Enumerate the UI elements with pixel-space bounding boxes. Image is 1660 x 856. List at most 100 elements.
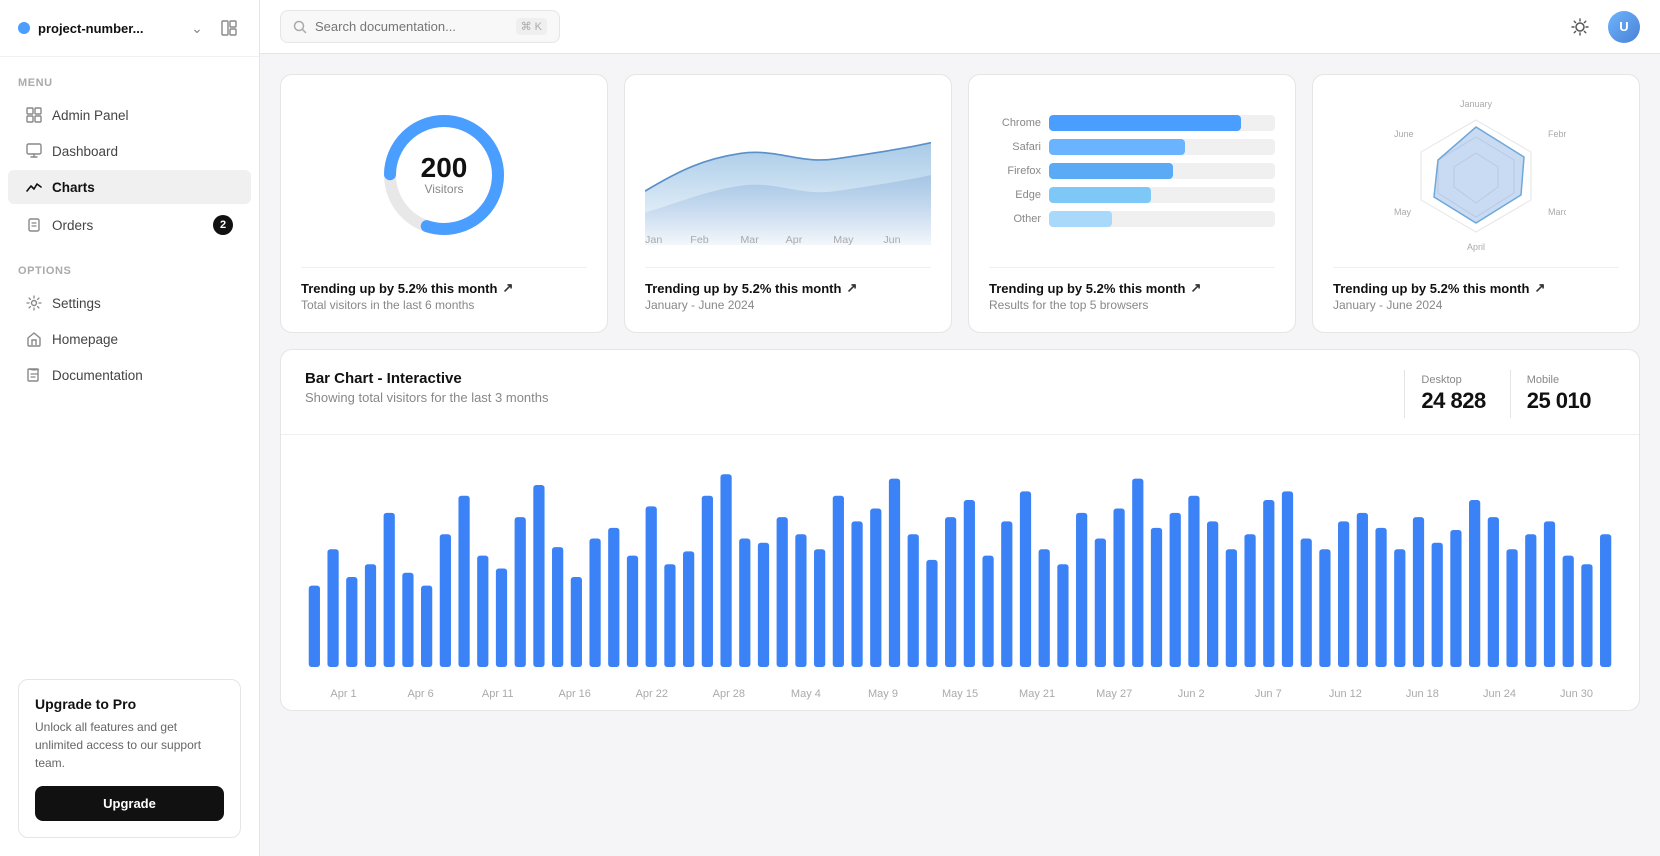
hbar-label: Firefox	[989, 165, 1041, 177]
hbar-row-firefox: Firefox	[989, 163, 1275, 179]
x-axis-label: Apr 11	[459, 688, 536, 700]
hbar-label: Other	[989, 213, 1041, 225]
sidebar-item-label: Settings	[52, 296, 101, 311]
x-axis-label: Jun 7	[1230, 688, 1307, 700]
sidebar: project-number... ⌄ MENU Admin Panel Das…	[0, 0, 260, 856]
svg-text:June: June	[1394, 129, 1414, 139]
charts-icon	[26, 179, 42, 195]
x-axis-label: Apr 1	[305, 688, 382, 700]
search-box[interactable]: ⌘ K	[280, 10, 560, 43]
x-axis-label: May 27	[1076, 688, 1153, 700]
hbar-label: Chrome	[989, 117, 1041, 129]
sidebar-item-admin-panel[interactable]: Admin Panel	[8, 98, 251, 132]
svg-text:Jan: Jan	[645, 235, 663, 245]
sidebar-bottom: Upgrade to Pro Unlock all features and g…	[0, 661, 259, 856]
hbar-row-other: Other	[989, 211, 1275, 227]
sidebar-header: project-number... ⌄	[0, 0, 259, 57]
donut-label: Visitors	[421, 182, 468, 196]
card-trending: Trending up by 5.2% this month ↗	[301, 280, 587, 296]
upgrade-title: Upgrade to Pro	[35, 696, 224, 712]
card-area-chart: Jan Feb Mar Apr May Jun Trending up by 5…	[624, 74, 952, 333]
bar-section-stats: Desktop 24 828 Mobile 25 010	[1404, 370, 1615, 418]
hbar-track	[1049, 163, 1275, 179]
sidebar-item-charts[interactable]: Charts	[8, 170, 251, 204]
desktop-label: Desktop	[1421, 374, 1485, 386]
main-content: ⌘ K U 200	[260, 0, 1660, 856]
trending-arrow: ↗	[846, 280, 857, 296]
svg-text:May: May	[833, 235, 854, 245]
card-visitors: 200 Visitors Trending up by 5.2% this mo…	[280, 74, 608, 333]
card-footer: Trending up by 5.2% this month ↗ January…	[645, 267, 931, 312]
x-axis-labels: Apr 1Apr 6Apr 11Apr 16Apr 22Apr 28May 4M…	[281, 688, 1639, 710]
trending-text: Trending up by 5.2% this month	[301, 281, 497, 296]
search-input[interactable]	[315, 19, 508, 34]
hbar-label: Safari	[989, 141, 1041, 153]
radar-chart-area: January Februa... March April May June	[1333, 95, 1619, 255]
hbar-fill	[1049, 211, 1112, 227]
svg-text:Mar: Mar	[740, 235, 759, 245]
area-chart-svg: Jan Feb Mar Apr May Jun	[645, 105, 931, 245]
bar-section-header: Bar Chart - Interactive Showing total vi…	[281, 350, 1639, 435]
x-axis-label: May 21	[999, 688, 1076, 700]
book-icon	[26, 367, 42, 383]
x-axis-label: Jun 18	[1384, 688, 1461, 700]
trending-arrow: ↗	[502, 280, 513, 296]
stat-desktop: Desktop 24 828	[1404, 370, 1509, 418]
svg-text:Jun: Jun	[883, 235, 901, 245]
topbar-right: U	[1564, 11, 1640, 43]
upgrade-box: Upgrade to Pro Unlock all features and g…	[18, 679, 241, 838]
card-subtitle: Total visitors in the last 6 months	[301, 298, 587, 312]
project-name: project-number...	[38, 21, 177, 36]
sidebar-item-label: Documentation	[52, 368, 143, 383]
sidebar-item-label: Dashboard	[52, 144, 118, 159]
card-subtitle: January - June 2024	[645, 298, 931, 312]
hbar-track	[1049, 115, 1275, 131]
card-footer: Trending up by 5.2% this month ↗ Results…	[989, 267, 1275, 312]
donut-chart-area: 200 Visitors	[301, 95, 587, 255]
upgrade-button[interactable]: Upgrade	[35, 786, 224, 821]
sidebar-item-label: Orders	[52, 218, 93, 233]
card-subtitle: Results for the top 5 browsers	[989, 298, 1275, 312]
sidebar-item-dashboard[interactable]: Dashboard	[8, 134, 251, 168]
layout-icon[interactable]	[217, 16, 241, 40]
x-axis-label: Apr 22	[613, 688, 690, 700]
sidebar-item-orders[interactable]: Orders 2	[8, 206, 251, 244]
user-avatar[interactable]: U	[1608, 11, 1640, 43]
hbar-row-edge: Edge	[989, 187, 1275, 203]
theme-toggle-icon[interactable]	[1564, 11, 1596, 43]
expand-icon[interactable]: ⌄	[185, 16, 209, 40]
bar-chart-section: Bar Chart - Interactive Showing total vi…	[280, 349, 1640, 711]
area-chart-area: Jan Feb Mar Apr May Jun	[645, 95, 931, 255]
hbar-fill	[1049, 115, 1241, 131]
hbar-fill	[1049, 187, 1151, 203]
sidebar-item-settings[interactable]: Settings	[8, 286, 251, 320]
trending-text: Trending up by 5.2% this month	[1333, 281, 1529, 296]
trending-text: Trending up by 5.2% this month	[989, 281, 1185, 296]
hbar-track	[1049, 139, 1275, 155]
radar-svg: January Februa... March April May June	[1386, 95, 1566, 255]
x-axis-label: May 4	[767, 688, 844, 700]
svg-text:Feb: Feb	[690, 235, 709, 245]
sidebar-item-documentation[interactable]: Documentation	[8, 358, 251, 392]
bar-section-info: Bar Chart - Interactive Showing total vi…	[305, 370, 1384, 405]
mobile-label: Mobile	[1527, 374, 1591, 386]
card-trending: Trending up by 5.2% this month ↗	[1333, 280, 1619, 296]
hbar-row-chrome: Chrome	[989, 115, 1275, 131]
menu-label: MENU	[0, 57, 259, 97]
hbar-track	[1049, 187, 1275, 203]
card-trending: Trending up by 5.2% this month ↗	[645, 280, 931, 296]
donut-value: 200	[421, 154, 468, 182]
topbar: ⌘ K U	[260, 0, 1660, 54]
trending-text: Trending up by 5.2% this month	[645, 281, 841, 296]
hbar-label: Edge	[989, 189, 1041, 201]
card-trending: Trending up by 5.2% this month ↗	[989, 280, 1275, 296]
bar-chart-canvas	[281, 435, 1639, 688]
x-axis-label: Jun 2	[1153, 688, 1230, 700]
sidebar-item-homepage[interactable]: Homepage	[8, 322, 251, 356]
trending-arrow: ↗	[1190, 280, 1201, 296]
search-icon	[293, 20, 307, 34]
hbar-fill	[1049, 163, 1173, 179]
card-footer: Trending up by 5.2% this month ↗ January…	[1333, 267, 1619, 312]
search-shortcut: ⌘ K	[516, 18, 547, 35]
layout-icon	[26, 107, 42, 123]
